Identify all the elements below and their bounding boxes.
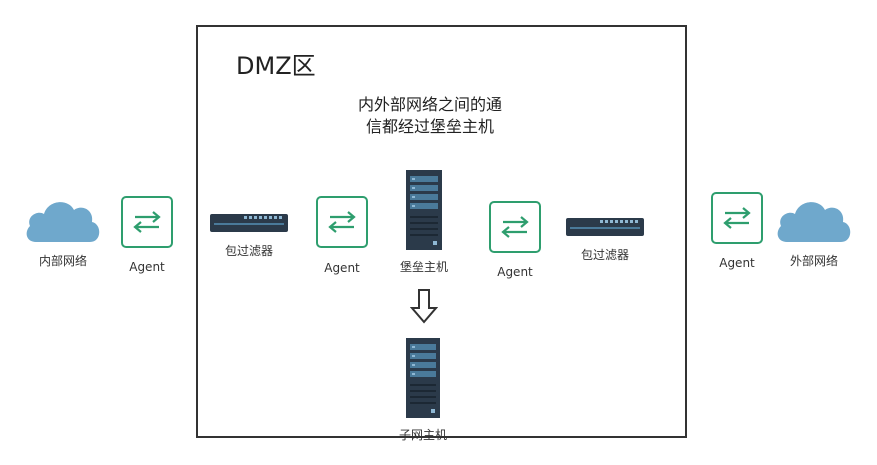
packet-filter-left-label: 包过滤器 [224, 244, 273, 258]
agent-left-icon[interactable] [121, 196, 173, 248]
agent-left-label: Agent [129, 260, 165, 274]
dmz-description-line1: 内外部网络之间的通 [357, 95, 502, 114]
agent-exchange-icon [133, 211, 161, 233]
cloud-icon [777, 202, 851, 242]
switch-icon [210, 214, 288, 232]
agent-right-label: Agent [719, 256, 755, 270]
dmz-description-line2: 信都经过堡垒主机 [365, 117, 494, 136]
packet-filter-right-label: 包过滤器 [580, 248, 629, 262]
server-icon [406, 338, 440, 418]
cloud-icon [26, 202, 100, 242]
external-network-label: 外部网络 [789, 254, 838, 268]
switch-icon [566, 218, 644, 236]
agent-exchange-icon [723, 207, 751, 229]
agent-inner-right-icon[interactable] [489, 201, 541, 253]
dmz-title: DMZ区 [236, 52, 316, 80]
down-arrow-icon [410, 289, 438, 324]
dmz-description: 内外部网络之间的通 信都经过堡垒主机 [300, 94, 560, 138]
agent-right-icon[interactable] [711, 192, 763, 244]
internal-network-label: 内部网络 [38, 254, 87, 268]
subnet-host-label: 子网主机 [398, 428, 447, 442]
agent-inner-left-label: Agent [324, 261, 360, 275]
agent-exchange-icon [328, 211, 356, 233]
agent-inner-right-label: Agent [497, 265, 533, 279]
bastion-host-label: 堡垒主机 [399, 260, 448, 274]
agent-exchange-icon [501, 216, 529, 238]
agent-inner-left-icon[interactable] [316, 196, 368, 248]
server-icon [406, 170, 442, 250]
